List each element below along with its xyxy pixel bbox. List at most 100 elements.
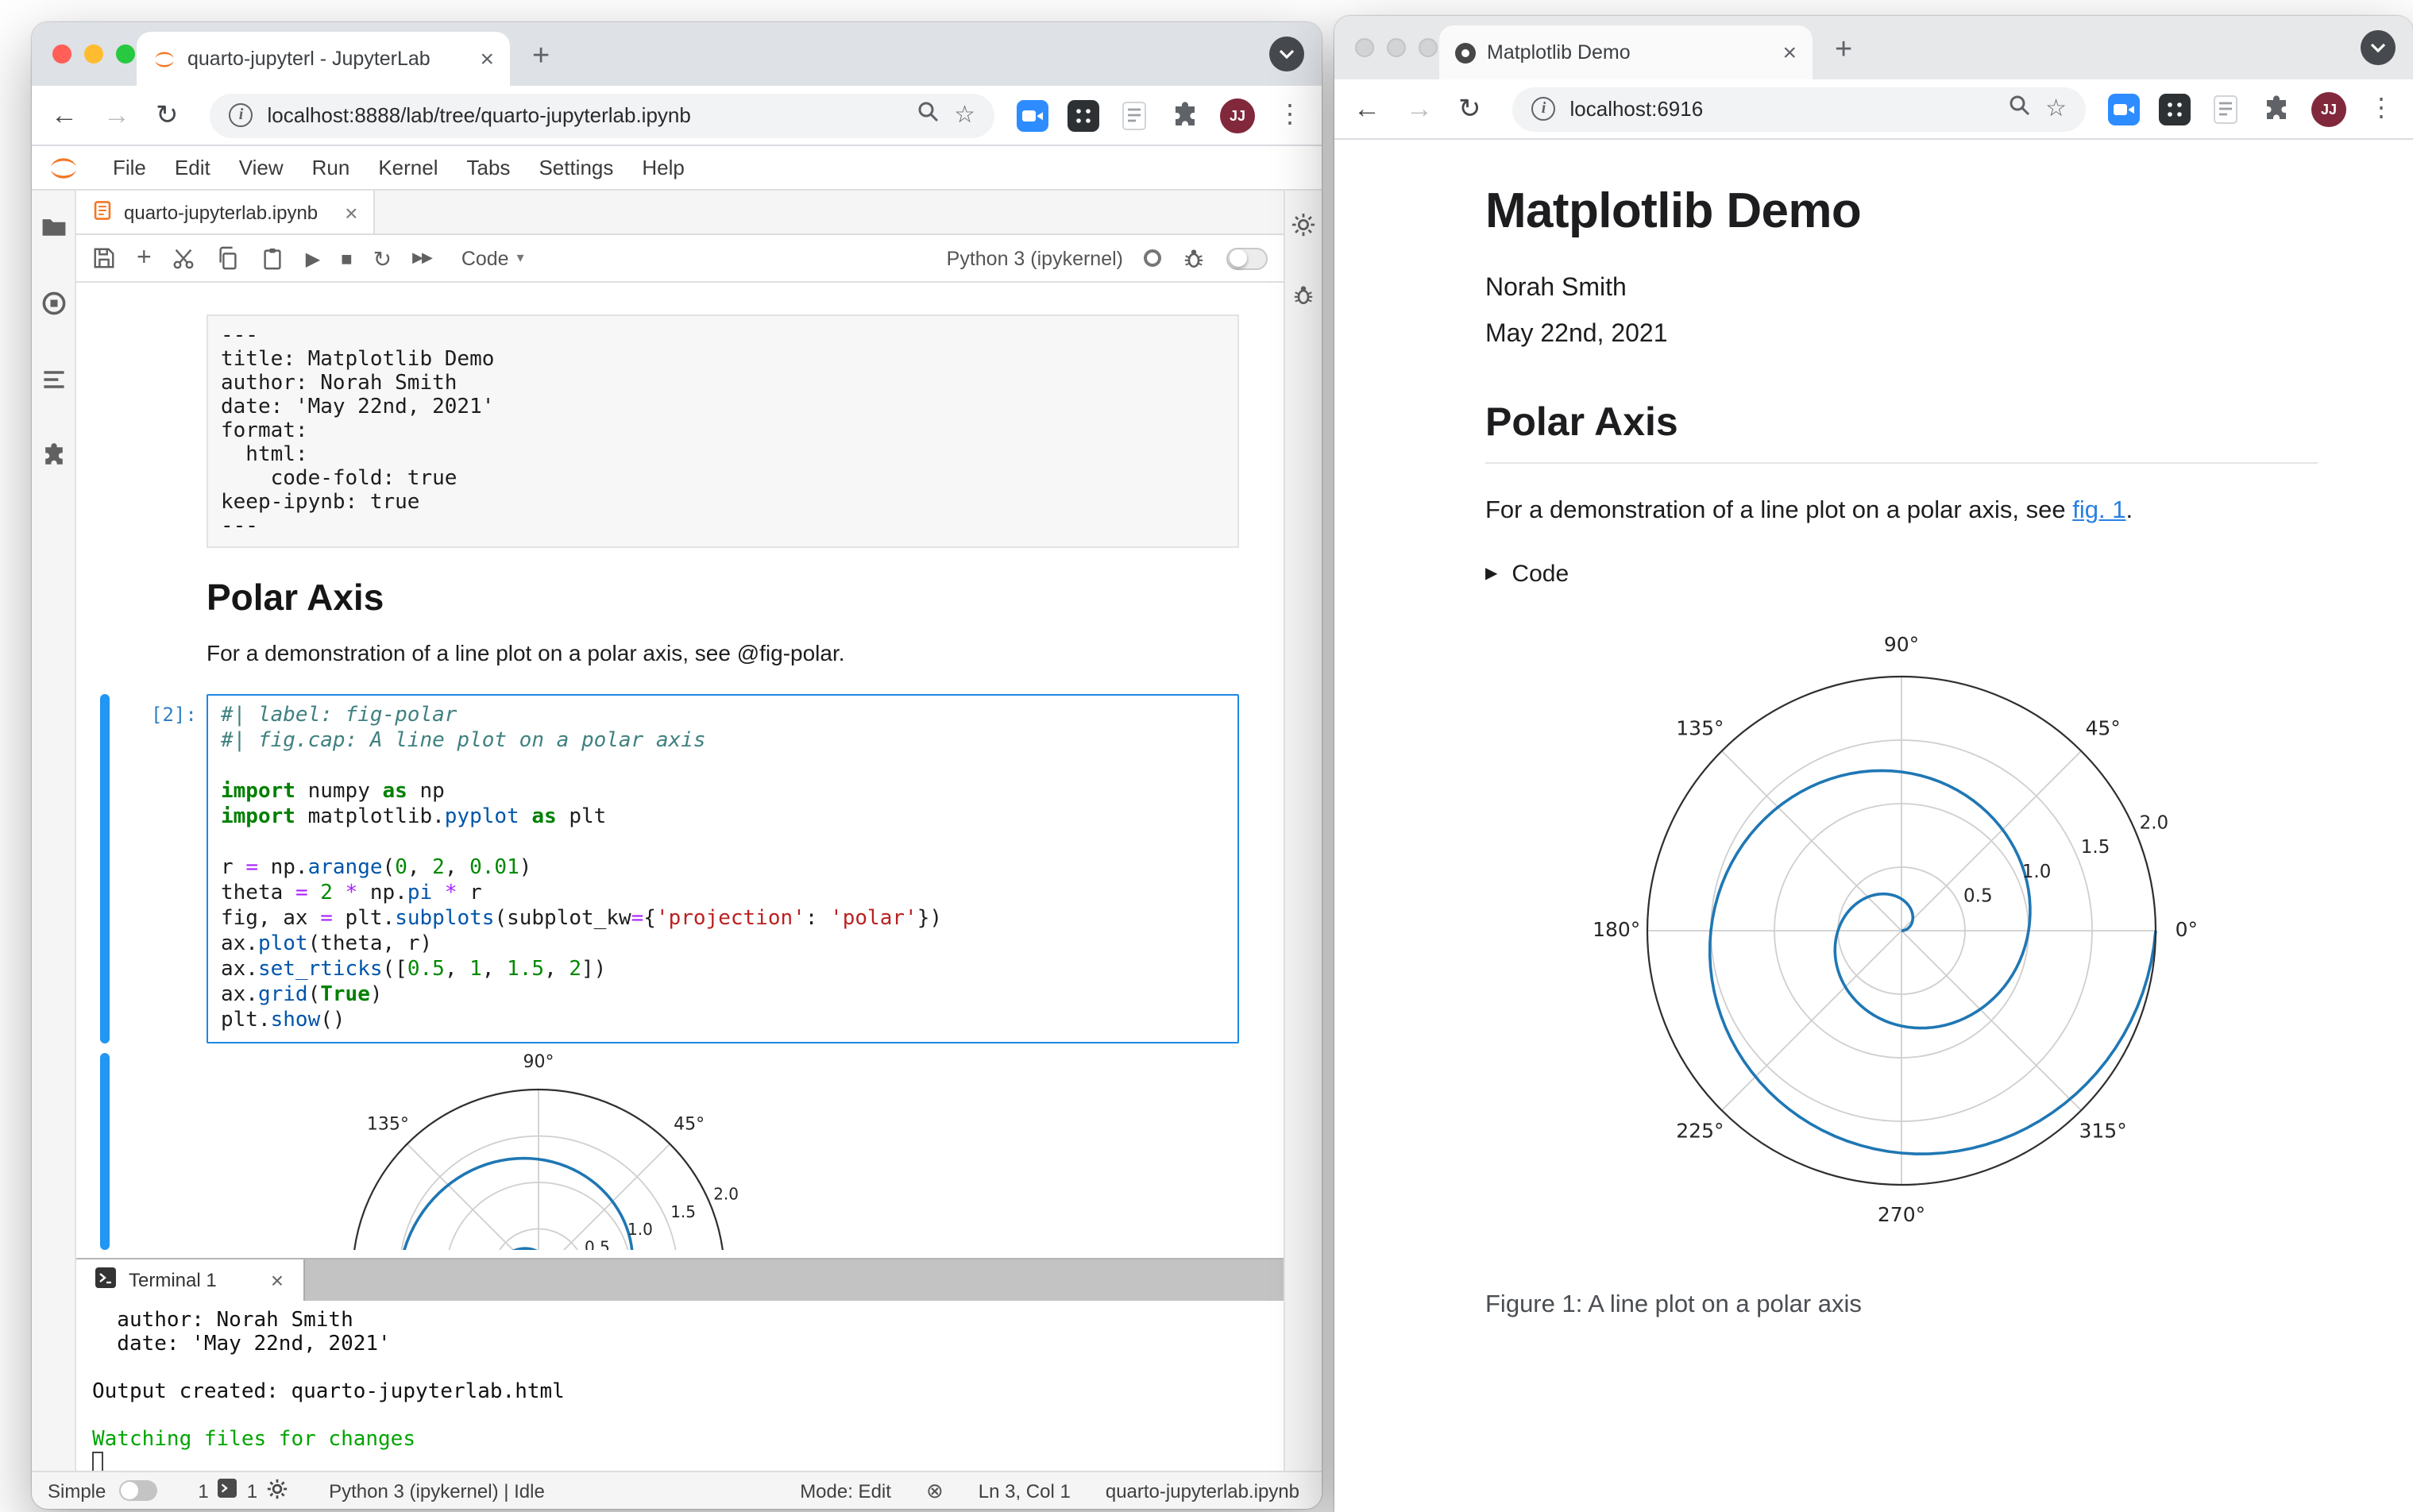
reload-button[interactable]: ↻	[156, 102, 179, 129]
menu-kernel[interactable]: Kernel	[364, 156, 452, 179]
svg-text:1.5: 1.5	[670, 1202, 696, 1221]
close-window-button[interactable]	[1355, 38, 1374, 57]
file-browser-icon[interactable]	[39, 213, 68, 249]
kernel-sessions-icon	[267, 1478, 288, 1503]
tab-close-icon[interactable]: ×	[480, 47, 494, 71]
bookmark-star-icon[interactable]: ☆	[954, 103, 975, 127]
menu-view[interactable]: View	[225, 156, 298, 179]
figure-link[interactable]: fig. 1	[2072, 497, 2125, 524]
code-fold-summary[interactable]: ▶ Code	[1485, 561, 2318, 588]
table-of-contents-icon[interactable]	[39, 365, 68, 402]
terminal-tab-close-icon[interactable]: ×	[271, 1267, 284, 1293]
notebook-cells[interactable]: --- title: Matplotlib Demo author: Norah S…	[76, 283, 1284, 1258]
raw-cell-line: code-fold: true	[221, 467, 458, 491]
cursor-position[interactable]: Ln 3, Col 1	[979, 1479, 1071, 1502]
window-controls	[52, 44, 135, 64]
menu-tabs[interactable]: Tabs	[453, 156, 525, 179]
profile-avatar[interactable]: JJ	[1220, 98, 1255, 133]
stop-button[interactable]: ■	[341, 249, 353, 268]
url-bar[interactable]: i localhost:6916 ☆	[1512, 87, 2086, 131]
forward-button[interactable]: →	[103, 102, 130, 129]
terminal-output[interactable]: author: Norah Smith date: 'May 22nd, 202…	[76, 1301, 1284, 1471]
docs-extension-icon[interactable]	[1118, 99, 1150, 131]
svg-text:1.0: 1.0	[2022, 862, 2052, 882]
run-button[interactable]: ▶	[306, 249, 320, 268]
menu-run[interactable]: Run	[298, 156, 365, 179]
site-info-icon[interactable]: i	[229, 103, 253, 127]
toolbar-toggle-switch[interactable]	[1226, 247, 1268, 269]
menu-file[interactable]: File	[98, 156, 160, 179]
menu-settings[interactable]: Settings	[524, 156, 627, 179]
paste-cells-button[interactable]	[261, 246, 285, 270]
zoom-extension-icon[interactable]	[2108, 93, 2140, 125]
markdown-cell[interactable]: Polar Axis For a demonstration of a line…	[207, 577, 1239, 665]
extensions-puzzle-icon[interactable]	[1169, 99, 1201, 131]
dark-extension-icon[interactable]	[1068, 99, 1099, 131]
kernels-count[interactable]: 1	[247, 1479, 257, 1502]
terminal-cursor	[92, 1452, 103, 1471]
back-button[interactable]: ←	[51, 102, 78, 129]
raw-cell[interactable]: --- title: Matplotlib Demo author: Norah S…	[76, 314, 1284, 548]
dark-extension-icon[interactable]	[2159, 93, 2191, 125]
kernel-name-button[interactable]: Python 3 (ipykernel)	[947, 247, 1123, 269]
menu-edit[interactable]: Edit	[160, 156, 225, 179]
raw-cell-editor[interactable]: --- title: Matplotlib Demo author: Norah S…	[207, 314, 1239, 548]
terminal-tab[interactable]: Terminal 1 ×	[76, 1259, 305, 1301]
code-editor[interactable]: #| label: fig-polar #| fig.cap: A line pl…	[207, 694, 1239, 1043]
url-bar[interactable]: i localhost:8888/lab/tree/quarto-jupyter…	[210, 93, 994, 137]
menu-kebab-icon[interactable]: ⋮	[1277, 102, 1303, 128]
restart-run-all-button[interactable]: ▶▶	[412, 250, 433, 265]
terminal-line: date: 'May 22nd, 2021'	[92, 1333, 391, 1356]
site-info-icon[interactable]: i	[1531, 97, 1556, 121]
notebook-tab[interactable]: quarto-jupyterlab.ipynb ×	[76, 191, 376, 233]
property-inspector-gear-icon[interactable]	[1291, 213, 1315, 245]
restart-kernel-button[interactable]: ↻	[373, 247, 392, 269]
extension-manager-icon[interactable]	[39, 442, 68, 478]
output-collapser[interactable]	[100, 1053, 110, 1250]
browser-tab[interactable]: quarto-jupyterl - JupyterLab ×	[137, 32, 510, 86]
running-kernels-icon[interactable]	[39, 289, 68, 326]
kernel-status-text[interactable]: Python 3 (ipykernel) | Idle	[329, 1479, 545, 1502]
close-window-button[interactable]	[52, 44, 71, 64]
notebook-tab-close-icon[interactable]: ×	[345, 199, 357, 225]
menu-help[interactable]: Help	[627, 156, 699, 179]
terminals-count[interactable]: 1	[198, 1479, 208, 1502]
terminal-icon	[95, 1267, 116, 1293]
debugger-panel-bug-icon[interactable]	[1291, 283, 1315, 314]
zoom-window-button[interactable]	[116, 44, 135, 64]
raw-cell-line: date: 'May 22nd, 2021'	[221, 395, 495, 419]
minimize-window-button[interactable]	[1387, 38, 1406, 57]
tab-close-icon[interactable]: ×	[1782, 40, 1797, 64]
zoom-window-button[interactable]	[1419, 38, 1438, 57]
browser-tab[interactable]: Matplotlib Demo ×	[1439, 25, 1813, 79]
extensions-puzzle-icon[interactable]	[2260, 93, 2292, 125]
profile-chevron-button[interactable]	[1269, 37, 1304, 71]
code-cell[interactable]: [2]: #| label: fig-polar #| fig.cap: A li…	[76, 694, 1284, 1043]
terminal-tab-label: Terminal 1	[129, 1269, 217, 1291]
cut-cells-button[interactable]	[172, 246, 196, 270]
bookmark-star-icon[interactable]: ☆	[2045, 97, 2067, 121]
output-area[interactable]: 0°45°90°135°180°225°270°315°0.51.01.52.0	[76, 1053, 1284, 1250]
add-cell-button[interactable]: +	[137, 245, 152, 271]
docs-extension-icon[interactable]	[2210, 93, 2241, 125]
zoom-level-icon[interactable]	[916, 100, 938, 130]
debugger-bug-icon[interactable]	[1182, 246, 1206, 270]
forward-button[interactable]: →	[1406, 95, 1433, 122]
profile-chevron-button[interactable]	[2361, 30, 2396, 65]
input-collapser[interactable]	[100, 694, 110, 1043]
save-button[interactable]	[92, 246, 116, 270]
new-tab-button[interactable]: +	[1835, 35, 1852, 65]
chevron-down-icon: ▾	[516, 249, 524, 265]
minimize-window-button[interactable]	[84, 44, 103, 64]
reload-button[interactable]: ↻	[1458, 95, 1481, 122]
zoom-extension-icon[interactable]	[1017, 99, 1048, 131]
zoom-level-icon[interactable]	[2007, 94, 2029, 124]
new-tab-button[interactable]: +	[532, 41, 550, 71]
menu-kebab-icon[interactable]: ⋮	[2369, 95, 2394, 122]
simple-mode-toggle[interactable]	[118, 1480, 157, 1501]
cell-type-dropdown[interactable]: Code ▾	[461, 247, 524, 269]
browser-toolbar-left: ← → ↻ i localhost:8888/lab/tree/quarto-j…	[32, 86, 1322, 146]
copy-cells-button[interactable]	[217, 246, 241, 270]
profile-avatar[interactable]: JJ	[2311, 91, 2346, 126]
back-button[interactable]: ←	[1353, 95, 1380, 122]
